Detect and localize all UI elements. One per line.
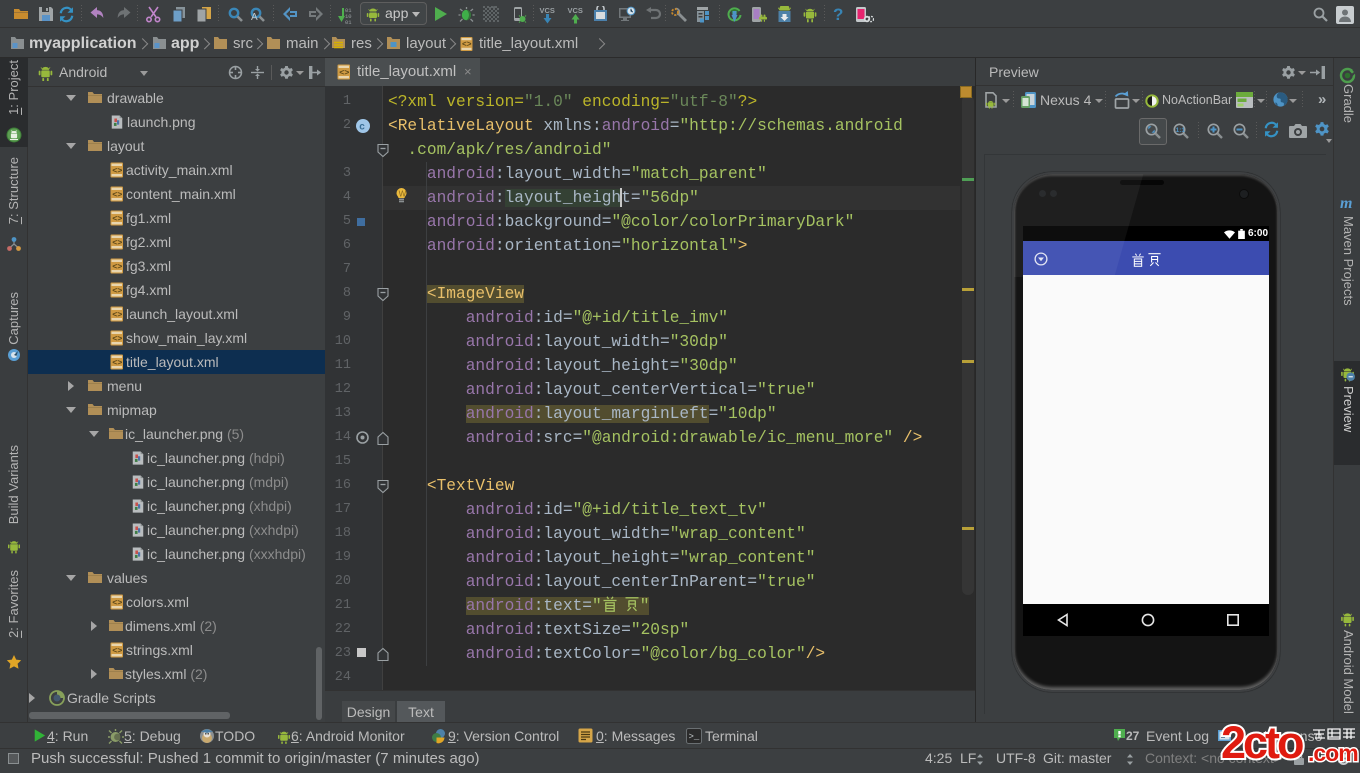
svg-text:VCS: VCS (540, 6, 555, 15)
svg-text:01: 01 (345, 19, 352, 24)
svg-text:1:1: 1:1 (1176, 127, 1186, 134)
svg-text:c: c (359, 122, 365, 133)
svg-text:>_: >_ (689, 732, 700, 742)
svg-text:.com: .com (1308, 740, 1358, 766)
svg-text:W: W (399, 190, 407, 199)
svg-text:?: ? (833, 6, 843, 23)
svg-text:2cto: 2cto (1221, 717, 1303, 768)
svg-text:<>: <> (462, 41, 472, 50)
svg-text:A: A (251, 12, 258, 22)
svg-text:VCS: VCS (568, 6, 583, 15)
